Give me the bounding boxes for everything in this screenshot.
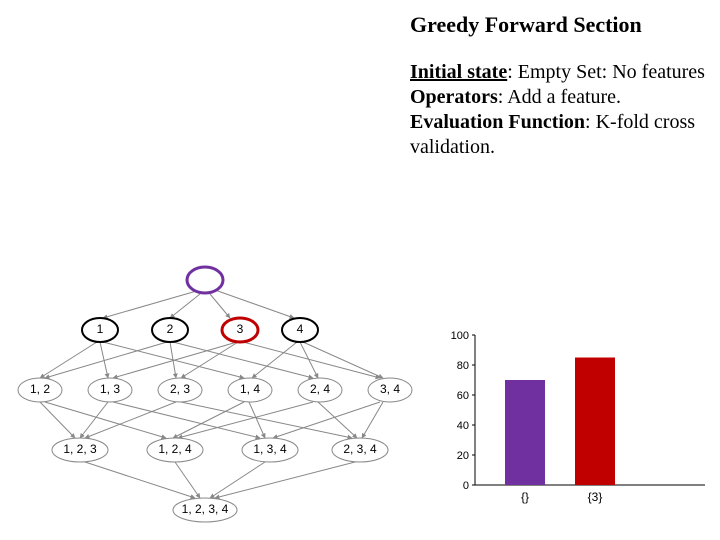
y-tick-label: 80 [457, 360, 469, 372]
node-14-label: 1, 4 [240, 382, 260, 396]
bar [505, 380, 545, 485]
node-root [187, 267, 223, 293]
description: Initial state: Empty Set: No features Op… [410, 60, 720, 160]
node-13-label: 1, 3 [100, 382, 120, 396]
initial-state-label: Initial state [410, 61, 507, 83]
bar-chart: 0 20 40 60 80 100 {} {3} [445, 330, 720, 525]
node-34-label: 3, 4 [380, 382, 400, 396]
y-tick-label: 60 [457, 390, 469, 402]
evaluation-label: Evaluation Function [410, 111, 585, 133]
x-category-label: {3} [588, 490, 603, 504]
y-tick-label: 40 [457, 420, 469, 432]
node-4-label: 4 [297, 322, 304, 336]
node-123-label: 1, 2, 3 [63, 442, 97, 456]
node-134-label: 1, 3, 4 [253, 442, 287, 456]
lattice-diagram: 1 2 3 4 1, 2 1, 3 2, 3 1, 4 2, 4 3, 4 1,… [0, 250, 440, 540]
node-12-label: 1, 2 [30, 382, 50, 396]
x-category-label: {} [521, 490, 529, 504]
node-1234-label: 1, 2, 3, 4 [182, 502, 229, 516]
node-234-label: 2, 3, 4 [343, 442, 377, 456]
node-24-label: 2, 4 [310, 382, 330, 396]
y-tick-label: 0 [463, 480, 469, 492]
node-1-label: 1 [97, 322, 104, 336]
bar [575, 358, 615, 486]
node-2-label: 2 [167, 322, 174, 336]
node-124-label: 1, 2, 4 [158, 442, 192, 456]
y-tick-label: 100 [451, 330, 469, 342]
node-3-label: 3 [237, 322, 244, 336]
operators-label: Operators [410, 86, 498, 108]
operators-value: : Add a feature. [498, 86, 621, 108]
slide: Greedy Forward Section Initial state: Em… [0, 0, 720, 540]
initial-state-value: : Empty Set: No features [507, 61, 705, 83]
y-tick-label: 20 [457, 450, 469, 462]
slide-title: Greedy Forward Section [410, 12, 720, 38]
node-23-label: 2, 3 [170, 382, 190, 396]
